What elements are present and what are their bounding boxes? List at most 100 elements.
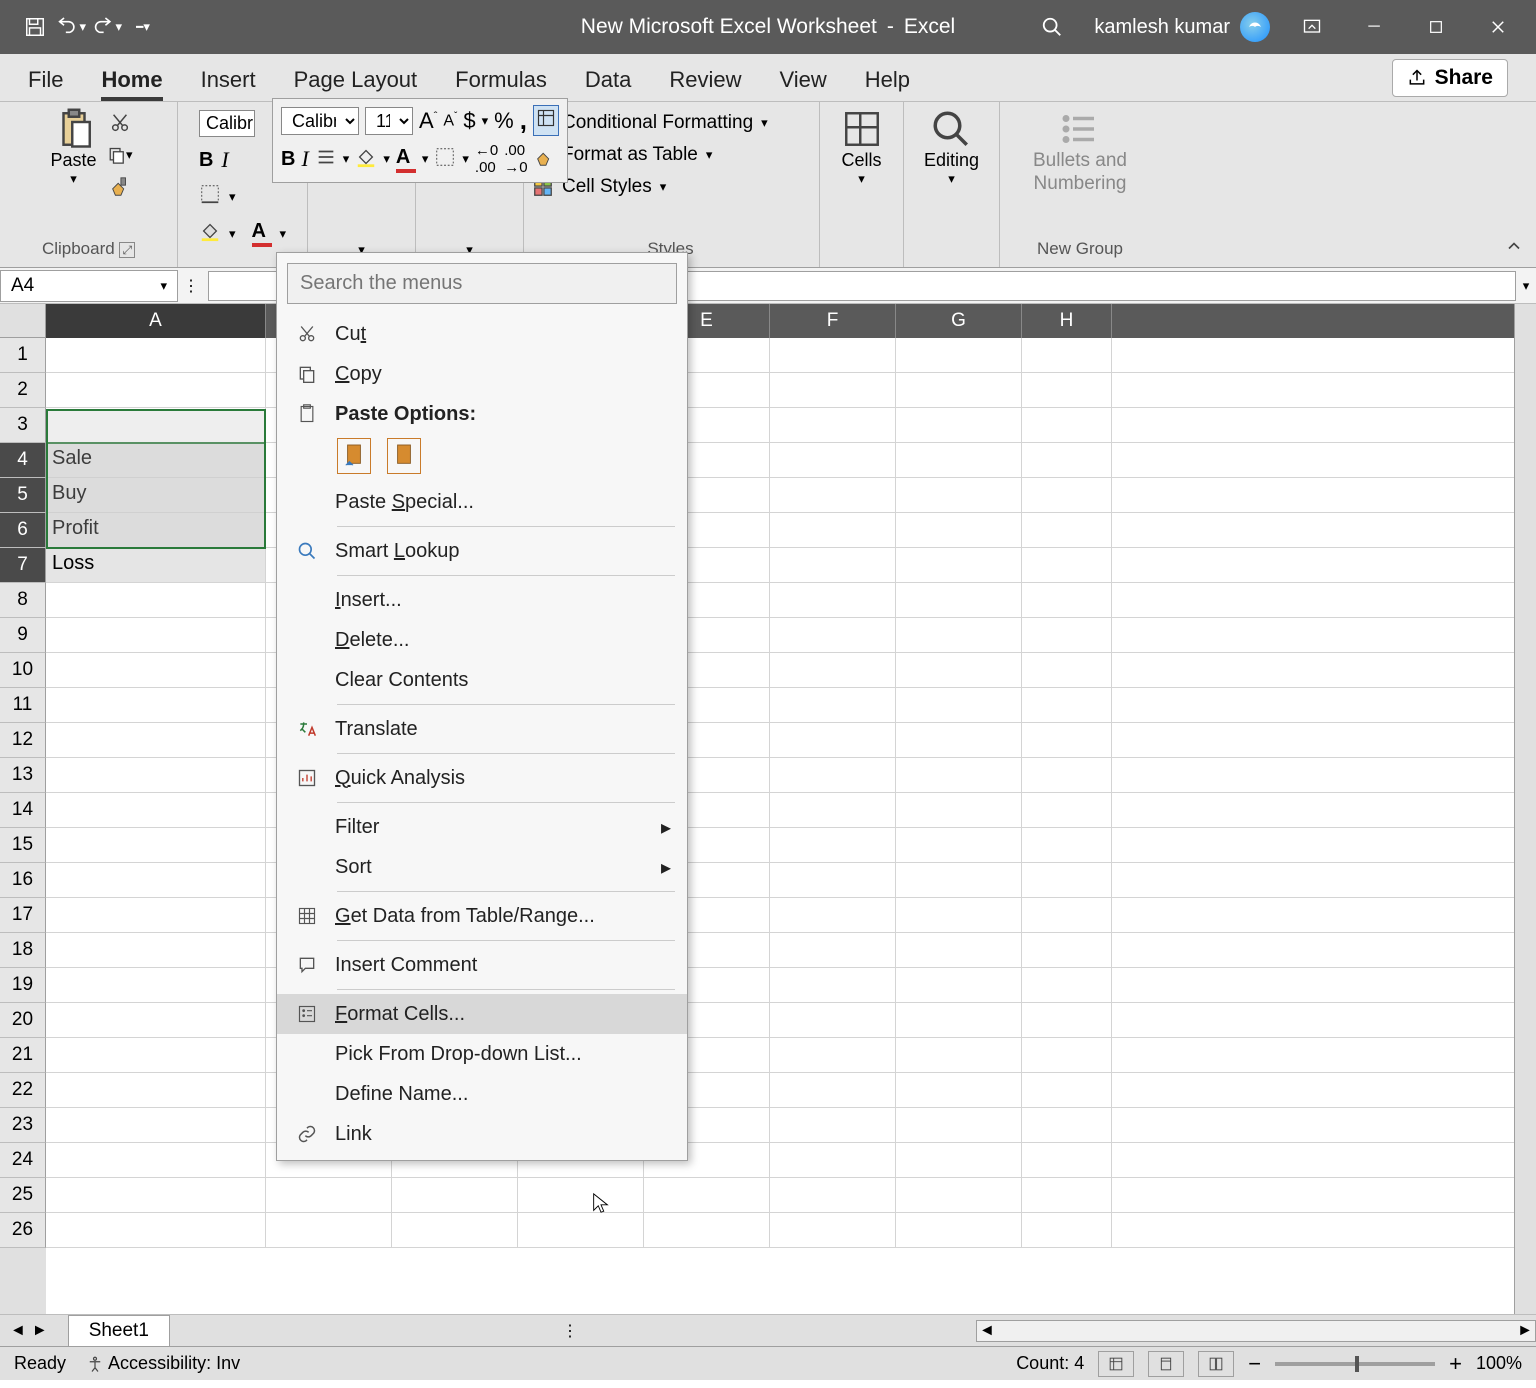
rowhdr-16[interactable]: 16 [0, 863, 46, 898]
cell-C25[interactable] [392, 1178, 518, 1212]
cell-H21[interactable] [1022, 1038, 1112, 1072]
zoom-out-icon[interactable]: − [1248, 1351, 1261, 1377]
cell-H12[interactable] [1022, 723, 1112, 757]
cell-A4[interactable]: Sale [46, 443, 266, 477]
cell-A25[interactable] [46, 1178, 266, 1212]
cell-A26[interactable] [46, 1213, 266, 1247]
cell-A18[interactable] [46, 933, 266, 967]
cells-button[interactable]: Cells ▾ [835, 106, 889, 189]
colhdr-A[interactable]: A [46, 304, 266, 338]
cell-H9[interactable] [1022, 618, 1112, 652]
cell-F10[interactable] [770, 653, 896, 687]
inc-decimal-icon[interactable]: ←0.00 [475, 142, 498, 176]
rowhdr-11[interactable]: 11 [0, 688, 46, 723]
cell-H22[interactable] [1022, 1073, 1112, 1107]
cell-A19[interactable] [46, 968, 266, 1002]
tab-review[interactable]: Review [669, 67, 741, 101]
cell-A20[interactable] [46, 1003, 266, 1037]
cell-C26[interactable] [392, 1213, 518, 1247]
rowhdr-1[interactable]: 1 [0, 338, 46, 373]
page-layout-view-icon[interactable] [1148, 1351, 1184, 1377]
cell-F16[interactable] [770, 863, 896, 897]
cell-D26[interactable] [518, 1213, 644, 1247]
menu-search[interactable] [287, 263, 677, 304]
ctx-delete[interactable]: Delete... [277, 620, 687, 660]
mini-fill-icon[interactable] [355, 146, 377, 173]
cell-F6[interactable] [770, 513, 896, 547]
share-button[interactable]: Share [1392, 59, 1508, 97]
rowhdr-17[interactable]: 17 [0, 898, 46, 933]
tab-home[interactable]: Home [101, 67, 162, 101]
cell-F20[interactable] [770, 1003, 896, 1037]
cell-H2[interactable] [1022, 373, 1112, 407]
mini-font-color-icon[interactable]: A [396, 146, 416, 173]
cell-F8[interactable] [770, 583, 896, 617]
cell-A21[interactable] [46, 1038, 266, 1072]
ctx-smart-lookup[interactable]: Smart Lookup [277, 531, 687, 571]
cell-H26[interactable] [1022, 1213, 1112, 1247]
rowhdr-25[interactable]: 25 [0, 1178, 46, 1213]
cell-H17[interactable] [1022, 898, 1112, 932]
cell-A2[interactable] [46, 373, 266, 407]
cell-A9[interactable] [46, 618, 266, 652]
hscrollbar[interactable]: ◄► [976, 1320, 1536, 1342]
qat-customize-icon[interactable]: ━▾ [128, 12, 158, 42]
cell-G20[interactable] [896, 1003, 1022, 1037]
tab-help[interactable]: Help [865, 67, 910, 101]
cell-F21[interactable] [770, 1038, 896, 1072]
rowhdr-8[interactable]: 8 [0, 583, 46, 618]
cell-H5[interactable] [1022, 478, 1112, 512]
ctx-insert-comment[interactable]: Insert Comment [277, 945, 687, 985]
rowhdr-7[interactable]: 7 [0, 548, 46, 583]
cell-A14[interactable] [46, 793, 266, 827]
normal-view-icon[interactable] [1098, 1351, 1134, 1377]
cell-G10[interactable] [896, 653, 1022, 687]
cell-G16[interactable] [896, 863, 1022, 897]
cell-A15[interactable] [46, 828, 266, 862]
cell-H23[interactable] [1022, 1108, 1112, 1142]
rowhdr-4[interactable]: 4 [0, 443, 46, 478]
mini-italic-icon[interactable]: I [301, 146, 308, 172]
cell-H14[interactable] [1022, 793, 1112, 827]
mini-font-name[interactable]: Calibri [281, 107, 359, 135]
rowhdr-13[interactable]: 13 [0, 758, 46, 793]
cell-A11[interactable] [46, 688, 266, 722]
search-input[interactable] [287, 263, 677, 304]
cell-G3[interactable] [896, 408, 1022, 442]
cell-E25[interactable] [644, 1178, 770, 1212]
bullets-numbering-button[interactable]: Bullets and Numbering [1010, 106, 1150, 198]
cell-B26[interactable] [266, 1213, 392, 1247]
rowhdr-9[interactable]: 9 [0, 618, 46, 653]
ctx-insert[interactable]: Insert... [277, 580, 687, 620]
mini-border-icon[interactable] [434, 146, 456, 173]
cell-H16[interactable] [1022, 863, 1112, 897]
cell-F2[interactable] [770, 373, 896, 407]
cell-A16[interactable] [46, 863, 266, 897]
italic-icon[interactable]: I [221, 147, 228, 173]
cell-G21[interactable] [896, 1038, 1022, 1072]
rowhdr-21[interactable]: 21 [0, 1038, 46, 1073]
ctx-pick-from-drop-down-list[interactable]: Pick From Drop-down List... [277, 1034, 687, 1074]
border-icon[interactable] [199, 183, 221, 210]
cell-G14[interactable] [896, 793, 1022, 827]
rowhdr-12[interactable]: 12 [0, 723, 46, 758]
rowhdr-19[interactable]: 19 [0, 968, 46, 1003]
ctx-link[interactable]: Link [277, 1114, 687, 1154]
rowhdr-20[interactable]: 20 [0, 1003, 46, 1038]
vscrollbar[interactable] [1514, 304, 1536, 1314]
cell-G5[interactable] [896, 478, 1022, 512]
cell-H25[interactable] [1022, 1178, 1112, 1212]
fill-color-icon[interactable] [199, 220, 221, 247]
cell-H19[interactable] [1022, 968, 1112, 1002]
ctx-format-cells[interactable]: Format Cells... [277, 994, 687, 1034]
zoom-slider[interactable] [1275, 1362, 1435, 1366]
cell-H3[interactable] [1022, 408, 1112, 442]
close-icon[interactable] [1478, 7, 1518, 47]
collapse-ribbon-icon[interactable] [1504, 236, 1524, 261]
rowhdr-23[interactable]: 23 [0, 1108, 46, 1143]
cell-A13[interactable] [46, 758, 266, 792]
tab-file[interactable]: File [28, 67, 63, 101]
accessibility-status[interactable]: Accessibility: Inv [86, 1353, 240, 1374]
format-painter-icon[interactable] [107, 174, 133, 200]
select-all-corner[interactable] [0, 304, 46, 338]
